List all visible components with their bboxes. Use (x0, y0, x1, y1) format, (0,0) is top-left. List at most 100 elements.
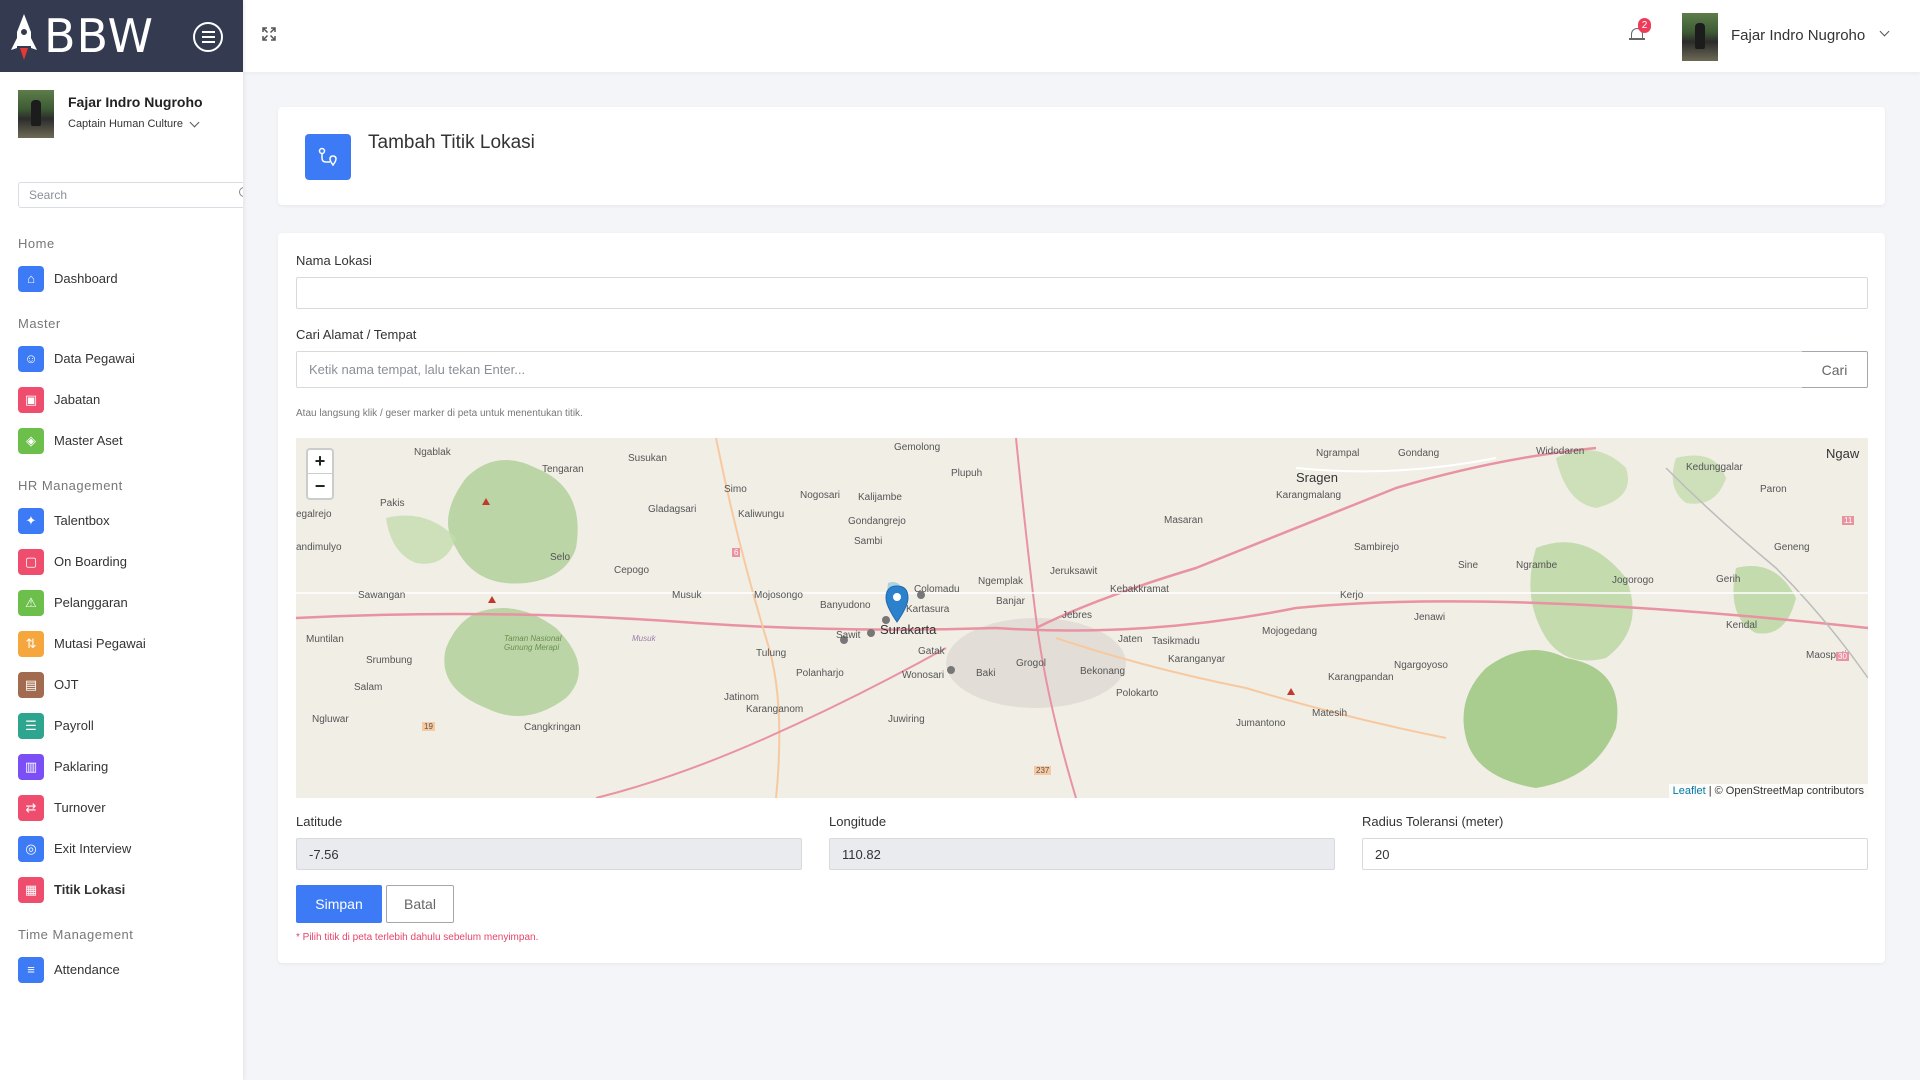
search-icon[interactable] (239, 187, 243, 197)
map-label: Sambirejo (1354, 542, 1400, 553)
longitude-input[interactable]: 110.82 (829, 838, 1335, 870)
cari-alamat-placeholder: Ketik nama tempat, lalu tekan Enter... (309, 362, 526, 377)
document-icon: ▥ (18, 753, 44, 780)
map-label: Jatinom (724, 692, 760, 703)
map-label: Muntilan (306, 634, 344, 645)
map-label: Gatak (918, 646, 945, 657)
sidebar-item-paklaring[interactable]: ▥ Paklaring (18, 753, 243, 780)
swap-icon: ⇄ (18, 794, 44, 821)
leaflet-link[interactable]: Leaflet (1673, 785, 1706, 797)
map-label: Polokarto (1116, 688, 1159, 699)
radius-input[interactable]: 20 (1362, 838, 1868, 870)
sidebar-item-mutasi-pegawai[interactable]: ⇅ Mutasi Pegawai (18, 630, 243, 657)
chevron-down-icon[interactable] (1879, 26, 1890, 37)
map-label: Musuk (672, 590, 702, 601)
warning-icon: ⚠ (18, 589, 44, 616)
map-label: Karangmalang (1276, 490, 1342, 501)
brand-header: BBW (0, 0, 243, 72)
map-label: Banyudono (820, 600, 871, 611)
map-label: Sawit (836, 630, 861, 641)
sidebar-profile[interactable]: Fajar Indro Nugroho Captain Human Cultur… (0, 72, 243, 172)
map-label: Matesih (1312, 708, 1348, 719)
map-label: Wonosari (902, 670, 945, 681)
sidebar-item-label: Data Pegawai (54, 351, 135, 366)
notification-badge: 2 (1638, 18, 1651, 33)
map-label: Kendal (1726, 620, 1758, 631)
sidebar: BBW Fajar Indro Nugroho Captain Human Cu… (0, 0, 243, 1080)
sidebar-item-dashboard[interactable]: ⌂ Dashboard (18, 265, 243, 292)
zoom-out-button[interactable]: − (308, 474, 332, 498)
sidebar-item-label: Attendance (54, 962, 120, 977)
location-map[interactable]: Surakarta Sragen Gemolong Plupuh Ngrampa… (296, 438, 1868, 798)
map-label: Masaran (1164, 515, 1203, 526)
list-icon: ≡ (18, 956, 44, 983)
sidebar-item-titik-lokasi[interactable]: ▦ Titik Lokasi (18, 876, 243, 903)
map-label: Kerjo (1340, 590, 1364, 601)
sidebar-item-label: Exit Interview (54, 841, 132, 856)
sidebar-item-talentbox[interactable]: ✦ Talentbox (18, 507, 243, 534)
sidebar-item-pelanggaran[interactable]: ⚠ Pelanggaran (18, 589, 243, 616)
map-label: Baki (976, 668, 996, 679)
fullscreen-icon[interactable] (261, 26, 279, 44)
map-label: Mojosongo (754, 590, 803, 601)
route-pin-icon (305, 134, 351, 180)
section-home: Home (18, 236, 55, 251)
chat-icon: ◎ (18, 835, 44, 862)
cari-button[interactable]: Cari (1802, 351, 1868, 388)
map-label: Sragen (1296, 470, 1338, 485)
topbar-avatar[interactable] (1682, 13, 1718, 61)
map-label: Paron (1760, 484, 1787, 495)
osm-attribution: | © OpenStreetMap contributors (1708, 785, 1864, 797)
sidebar-item-master-aset[interactable]: ◈ Master Aset (18, 427, 243, 454)
menu-toggle-icon[interactable] (193, 22, 223, 52)
map-label: Sambi (854, 536, 883, 547)
map-label: Simo (724, 484, 747, 495)
road-number: 6 (732, 548, 741, 557)
clipboard-icon: ▢ (18, 548, 44, 575)
section-master: Master (18, 316, 61, 331)
road-number: 237 (1034, 766, 1052, 775)
topbar-user-name[interactable]: Fajar Indro Nugroho (1731, 27, 1865, 44)
zoom-in-button[interactable]: + (308, 450, 332, 474)
map-label: Polanharjo (796, 668, 844, 679)
sidebar-item-turnover[interactable]: ⇄ Turnover (18, 794, 243, 821)
sidebar-item-exit-interview[interactable]: ◎ Exit Interview (18, 835, 243, 862)
sidebar-search-input[interactable]: Search (18, 182, 243, 208)
sidebar-item-label: Master Aset (54, 433, 123, 448)
cari-alamat-label: Cari Alamat / Tempat (296, 327, 417, 342)
profile-role[interactable]: Captain Human Culture (68, 117, 203, 130)
section-hr: HR Management (18, 478, 123, 493)
nama-lokasi-input[interactable] (296, 277, 1868, 309)
sidebar-item-jabatan[interactable]: ▣ Jabatan (18, 386, 243, 413)
cancel-button[interactable]: Batal (386, 885, 454, 923)
map-label: Cangkringan (524, 722, 581, 733)
sidebar-item-payroll[interactable]: ☰ Payroll (18, 712, 243, 739)
nama-lokasi-label: Nama Lokasi (296, 253, 372, 268)
sidebar-item-label: Pelanggaran (54, 595, 128, 610)
map-label: Kalijambe (858, 492, 902, 503)
map-label: Ngargoyoso (1394, 660, 1448, 671)
user-icon: ☺ (18, 345, 44, 372)
save-button[interactable]: Simpan (296, 885, 382, 923)
sidebar-item-label: Jabatan (54, 392, 101, 407)
latitude-input[interactable]: -7.56 (296, 838, 802, 870)
road-number: 19 (422, 722, 435, 731)
sidebar-item-data-pegawai[interactable]: ☺ Data Pegawai (18, 345, 243, 372)
section-time: Time Management (18, 927, 134, 942)
map-label: Juwiring (888, 714, 925, 725)
sidebar-item-onboarding[interactable]: ▢ On Boarding (18, 548, 243, 575)
sidebar-item-attendance[interactable]: ≡ Attendance (18, 956, 243, 983)
bulb-icon: ✦ (18, 507, 44, 534)
cari-alamat-input[interactable]: Ketik nama tempat, lalu tekan Enter... (296, 351, 1803, 388)
location-marker-icon[interactable] (885, 585, 909, 623)
briefcase-icon: ▣ (18, 386, 44, 413)
map-label: Kedunggalar (1686, 462, 1743, 473)
sidebar-item-ojt[interactable]: ▤ OJT (18, 671, 243, 698)
sidebar-search-placeholder: Search (29, 188, 68, 202)
sidebar-item-label: Dashboard (54, 271, 118, 286)
map-label: Kaliwungu (738, 509, 785, 520)
validation-message: * Pilih titik di peta terlebih dahulu se… (296, 932, 539, 943)
chevron-down-icon (189, 117, 200, 128)
notification-bell-icon[interactable]: 2 (1628, 18, 1651, 44)
sidebar-item-label: Titik Lokasi (54, 882, 126, 897)
